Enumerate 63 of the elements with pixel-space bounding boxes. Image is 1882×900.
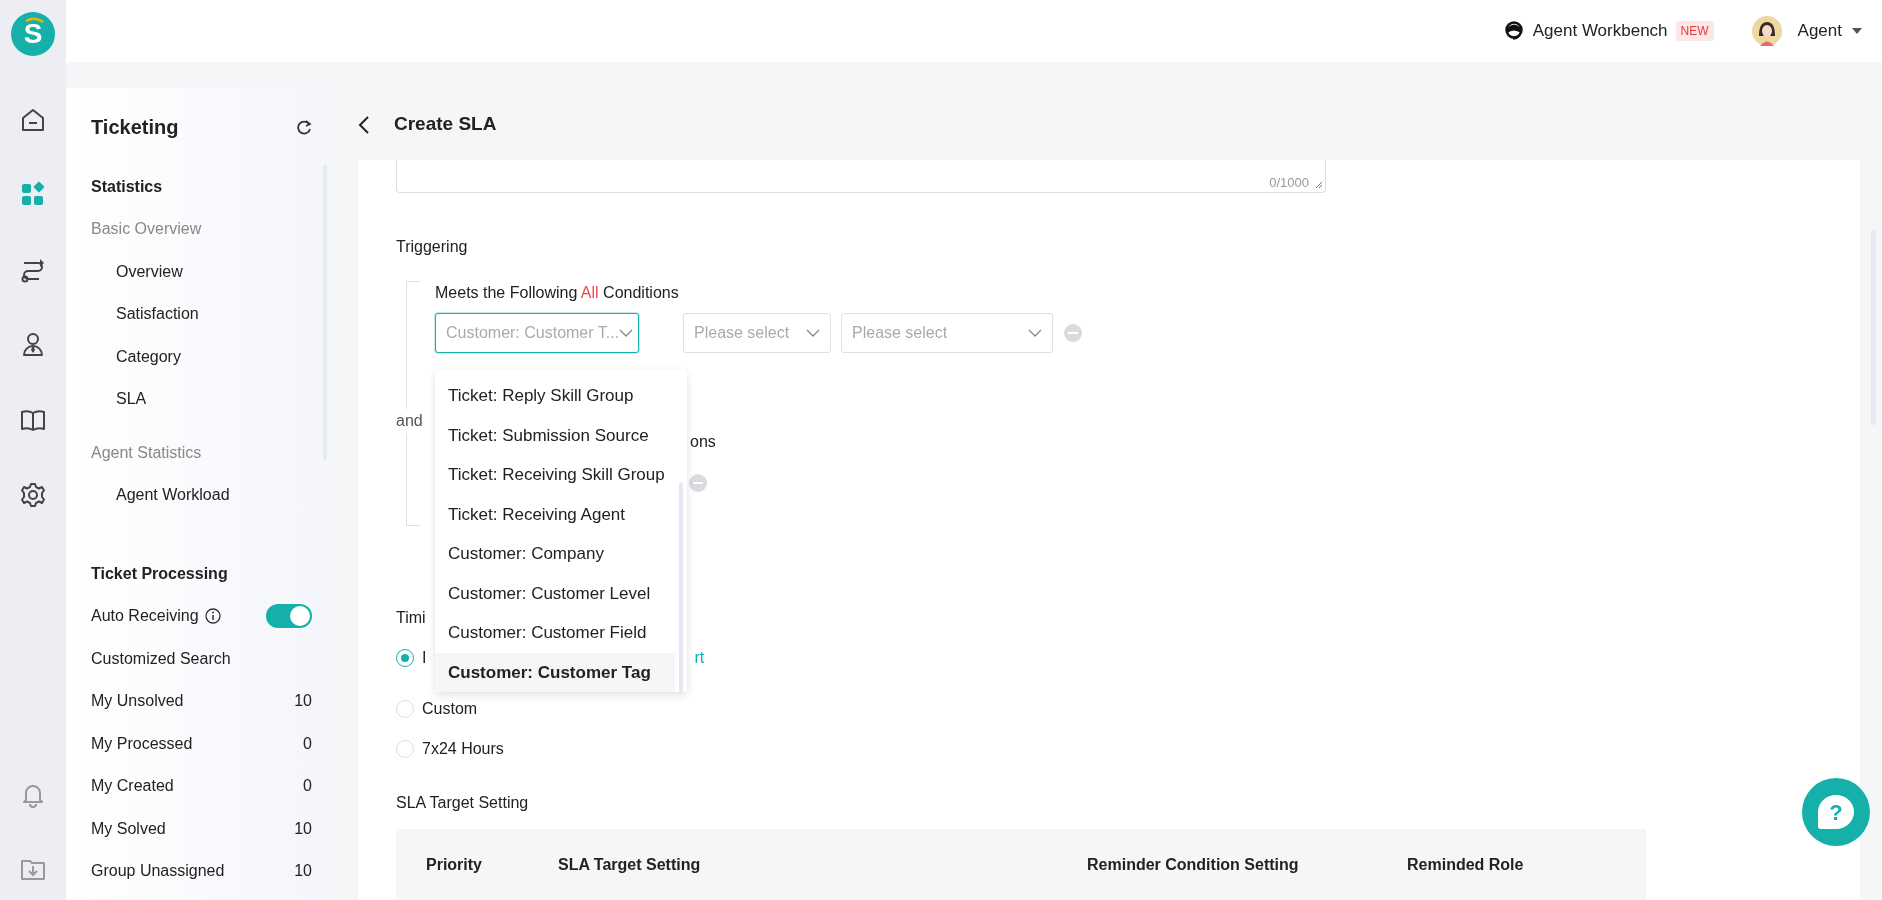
chevron-icon (1028, 329, 1042, 337)
item-count: 10 (294, 861, 312, 882)
refresh-icon[interactable] (296, 119, 312, 136)
item-count: 10 (294, 691, 312, 712)
chevron-icon (619, 329, 634, 337)
dropdown-option[interactable]: Customer: Customer Tag (435, 652, 675, 692)
sidebar-item[interactable]: SLA (116, 387, 147, 412)
avatar-icon (1751, 16, 1782, 46)
route-icon[interactable] (19, 256, 47, 284)
sidebar-item[interactable]: My Solved (91, 816, 166, 841)
dropdown-option[interactable]: Ticket: Submission Source (435, 415, 675, 455)
sidebar-item[interactable]: Category (116, 344, 181, 369)
workbench-link[interactable]: Agent Workbench (1532, 18, 1668, 44)
home-icon[interactable] (19, 106, 47, 134)
sidebar-item[interactable]: Customized Search (91, 646, 231, 671)
group-heading: Agent Statistics (91, 442, 202, 463)
sidebar-item[interactable]: Overview (116, 259, 183, 284)
group-heading: Basic Overview (91, 219, 202, 240)
back-icon (358, 114, 370, 135)
sidebar-item[interactable]: Satisfaction (116, 302, 199, 327)
dropdown-option[interactable]: Ticket: Reply Skill Group (435, 376, 675, 416)
chevron-icon (806, 329, 820, 337)
column-header: Reminder Condition Setting (1087, 855, 1300, 875)
radio-label: 7x24 Hours (422, 739, 504, 759)
new-badge: NEW (1675, 21, 1714, 41)
section-label: Timi (396, 608, 426, 628)
settings-icon[interactable] (19, 481, 47, 509)
remove-icon[interactable] (688, 473, 708, 493)
section-heading: Statistics (91, 176, 163, 197)
condition-title: Meets the Following All Conditions (435, 283, 680, 303)
sidebar-item[interactable]: My Unsolved (91, 689, 184, 714)
item-count: 10 (294, 818, 312, 839)
user-menu[interactable]: Agent (1797, 18, 1862, 44)
section-heading: Ticket Processing (91, 563, 228, 584)
section-label: SLA Target Setting (396, 793, 529, 813)
dropdown-option[interactable]: Ticket: Receiving Agent (435, 494, 675, 534)
headset-icon[interactable] (1502, 20, 1525, 42)
sidebar-item[interactable]: My Created (91, 774, 174, 799)
item-count: 0 (303, 733, 312, 754)
item-count: 0 (303, 776, 312, 797)
radio-label: Custom (422, 699, 478, 719)
column-header: SLA Target Setting (558, 855, 702, 875)
sidebar-item[interactable]: My Processed (91, 731, 193, 756)
dropdown-option[interactable]: Customer: Company (435, 534, 675, 574)
radio-label: I (422, 648, 427, 668)
info-icon[interactable] (204, 608, 221, 625)
remove-icon[interactable] (1063, 323, 1083, 343)
column-header: Priority (426, 855, 483, 875)
dropdown-option[interactable]: Customer: Customer Field (435, 613, 675, 653)
page-title: Create SLA (394, 111, 497, 136)
auto-receiving-switch[interactable] (266, 604, 312, 629)
caret-icon (1852, 28, 1862, 34)
condition-title: ons (690, 432, 716, 452)
dropdown-option[interactable]: Ticket: Receiving Skill Group (435, 455, 675, 495)
sidebar-title: Ticketing (91, 115, 179, 141)
dropdown-option[interactable]: Customer: Customer Level (435, 573, 675, 613)
column-header: Reminded Role (1407, 855, 1525, 875)
joiner-label: and (396, 409, 425, 433)
sidebar-item[interactable]: Group Unassigned (91, 859, 225, 884)
resize-icon[interactable] (1315, 181, 1323, 189)
sidebar-item[interactable]: Auto Receiving (91, 604, 199, 629)
section-label: Triggering (396, 237, 468, 257)
sidebar-item[interactable]: Agent Workload (116, 483, 230, 508)
